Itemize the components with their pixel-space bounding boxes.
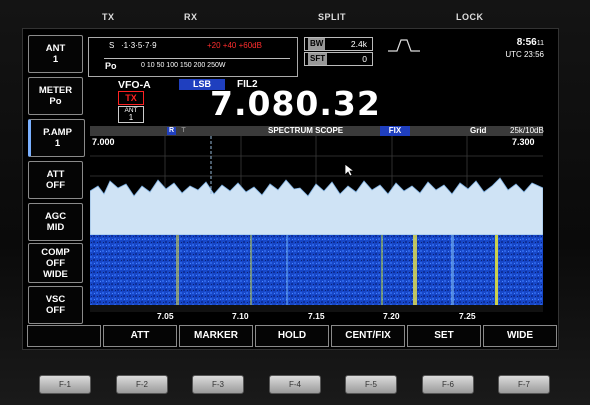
f7-key[interactable]: F-7 xyxy=(498,375,550,394)
sft-display[interactable]: SFT 0 xyxy=(304,52,373,66)
f2-key[interactable]: F-2 xyxy=(116,375,168,394)
att-menu-button[interactable]: ATT xyxy=(103,325,177,347)
agc-button-title: AGC xyxy=(44,211,67,222)
waterfall xyxy=(90,235,543,312)
att-side-button-value: OFF xyxy=(46,180,65,191)
preamp-button-title: P.AMP xyxy=(43,127,72,138)
vfo-name: VFO-A xyxy=(118,79,151,91)
ant-badge: ANT 1 xyxy=(118,106,144,123)
hold-button[interactable]: HOLD xyxy=(255,325,329,347)
s-meter-plus-scale: +20 +40 +60dB xyxy=(207,41,262,50)
set-button[interactable]: SET xyxy=(407,325,481,347)
comp-button[interactable]: COMP OFF WIDE xyxy=(28,243,83,283)
meter-button-value: Po xyxy=(49,96,62,107)
vsc-button[interactable]: VSC OFF xyxy=(28,286,83,324)
preamp-button-value: 1 xyxy=(54,138,61,149)
spectrum-scope[interactable] xyxy=(90,136,543,312)
agc-button-value: MID xyxy=(46,222,65,233)
tx-indicator-label: TX xyxy=(102,12,115,22)
f4-key[interactable]: F-4 xyxy=(269,375,321,394)
att-side-button-title: ATT xyxy=(46,169,65,180)
comp-button-width: WIDE xyxy=(43,268,68,280)
bw-value: 2.4k xyxy=(350,39,367,49)
preamp-button[interactable]: P.AMP 1 xyxy=(28,119,85,157)
scope-left-frequency: 7.000 xyxy=(92,137,115,147)
clock-time: 8:56 xyxy=(516,37,537,48)
meter-button-title: METER xyxy=(38,85,73,96)
marker-button[interactable]: MARKER xyxy=(179,325,253,347)
scope-title: SPECTRUM SCOPE xyxy=(268,126,344,135)
agc-button[interactable]: AGC MID xyxy=(28,203,83,241)
ant-button[interactable]: ANT 1 xyxy=(28,35,83,73)
lock-indicator-label: LOCK xyxy=(456,12,484,22)
po-meter-scale: 0 10 50 100 150 200 250W xyxy=(141,62,226,69)
att-side-button[interactable]: ATT OFF xyxy=(28,161,83,199)
meter-button[interactable]: METER Po xyxy=(28,77,83,115)
tx-badge: TX xyxy=(118,91,144,105)
f6-key[interactable]: F-6 xyxy=(422,375,474,394)
clock-seconds: 11 xyxy=(536,40,544,47)
scope-tick-label: 7.20 xyxy=(383,311,400,321)
s-meter-scale: ·1·3·5·7·9 xyxy=(121,41,157,50)
mouse-cursor-icon xyxy=(344,163,356,177)
scope-tick-label: 7.10 xyxy=(232,311,249,321)
ant-button-value: 1 xyxy=(52,54,59,65)
f1-key[interactable]: F-1 xyxy=(39,375,91,394)
f3-key[interactable]: F-3 xyxy=(192,375,244,394)
vsc-button-value: OFF xyxy=(46,305,65,316)
tx-marker-badge: T xyxy=(181,127,186,134)
filter-shape-icon xyxy=(388,39,420,52)
comp-button-value: OFF xyxy=(46,257,65,269)
f5-key[interactable]: F-5 xyxy=(345,375,397,394)
wide-button[interactable]: WIDE xyxy=(483,325,557,347)
scope-grid-label: Grid xyxy=(470,126,487,135)
scope-tick-label: 7.25 xyxy=(459,311,476,321)
comp-button-title: COMP xyxy=(41,246,70,258)
bw-display[interactable]: BW 2.4k xyxy=(304,37,373,51)
rx-marker-badge: R xyxy=(167,127,176,135)
clock: 8:5611 UTC 23:56 xyxy=(505,37,544,60)
sft-value: 0 xyxy=(362,54,367,64)
split-indicator-label: SPLIT xyxy=(318,12,347,22)
vsc-button-title: VSC xyxy=(45,294,66,305)
rx-indicator-label: RX xyxy=(184,12,198,22)
scope-tick-label: 7.05 xyxy=(157,311,174,321)
scope-mode-badge[interactable]: FIX xyxy=(380,126,410,136)
po-meter-label: Po xyxy=(105,61,117,71)
clock-utc: UTC 23:56 xyxy=(505,50,544,59)
spectrum-trace xyxy=(90,177,543,236)
scope-tick-label: 7.15 xyxy=(308,311,325,321)
frequency-readout: 7.080.32 xyxy=(210,84,381,123)
s-meter-label: S xyxy=(109,41,115,50)
bw-label: BW xyxy=(308,38,326,50)
ant-badge-value: 1 xyxy=(128,113,134,122)
sft-label: SFT xyxy=(308,53,328,65)
ant-button-title: ANT xyxy=(45,43,66,54)
menu-button-blank[interactable] xyxy=(27,325,101,347)
scope-right-frequency: 7.300 xyxy=(512,137,535,147)
cent-fix-button[interactable]: CENT/FIX xyxy=(331,325,405,347)
scope-span-value: 25k/10dB xyxy=(510,126,544,135)
scope-header: R T SPECTRUM SCOPE FIX Grid 25k/10dB xyxy=(90,126,544,136)
signal-meter: S ·1·3·5·7·9 +20 +40 +60dB Po 0 10 50 10… xyxy=(88,37,298,77)
meter-bar xyxy=(104,58,290,59)
